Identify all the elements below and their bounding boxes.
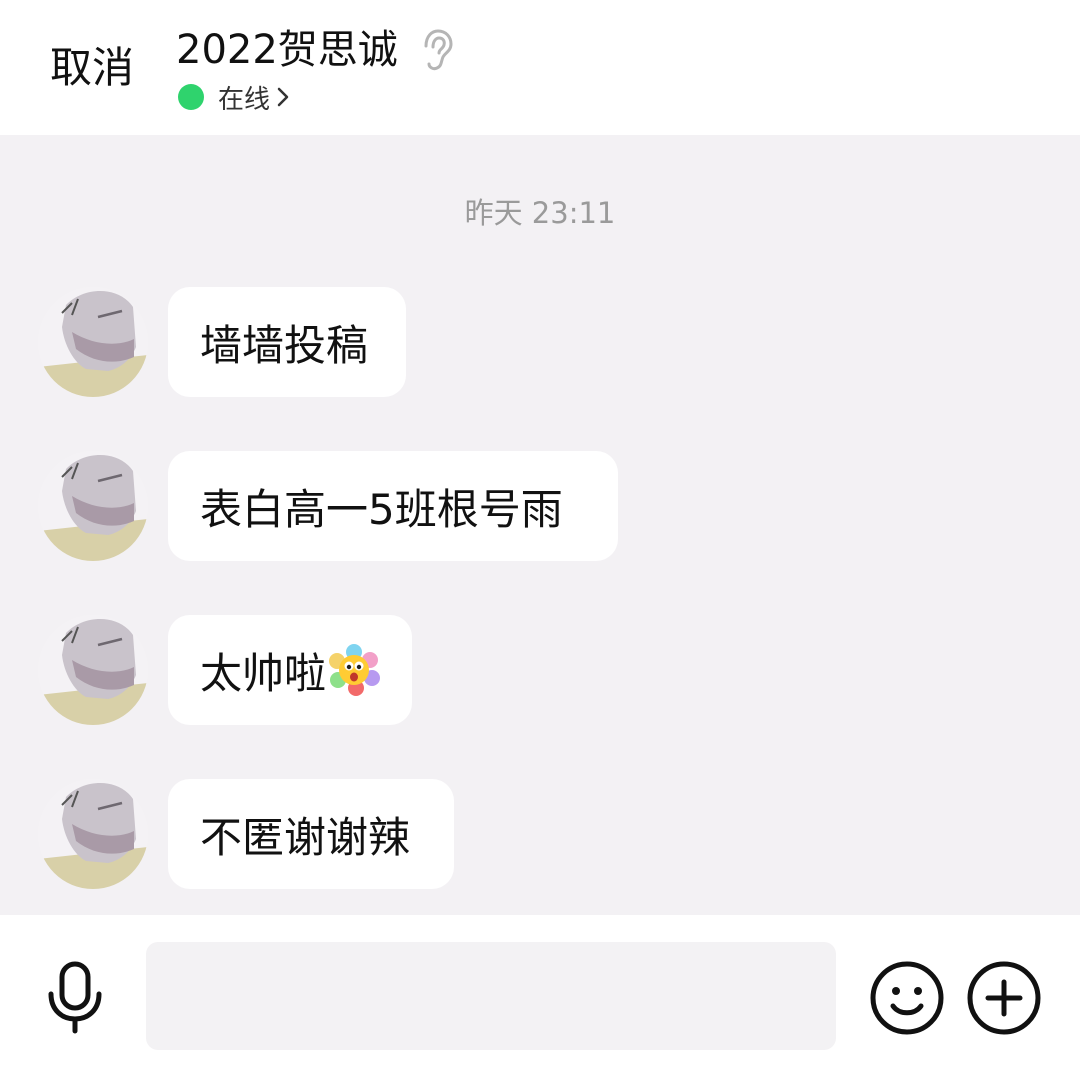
avatar[interactable] xyxy=(38,451,148,561)
smile-icon[interactable] xyxy=(869,960,945,1036)
plus-icon[interactable] xyxy=(966,960,1042,1036)
message-row: 墙墙投稿 xyxy=(0,287,1080,399)
mic-icon[interactable] xyxy=(44,960,106,1036)
message-row: 太帅啦 xyxy=(0,615,1080,727)
message-bubble[interactable]: 不匿谢谢辣 xyxy=(168,779,454,889)
message-input[interactable] xyxy=(146,942,836,1050)
avatar[interactable] xyxy=(38,615,148,725)
ear-icon[interactable] xyxy=(418,28,454,72)
message-text: 表白高一5班根号雨 xyxy=(200,484,563,534)
chat-header: 取消 2022贺思诚 在线 xyxy=(0,0,1080,135)
message-bubble[interactable]: 墙墙投稿 xyxy=(168,287,406,397)
message-text: 墙墙投稿 xyxy=(200,320,369,370)
message-text: 太帅啦 xyxy=(200,648,327,698)
message-text: 不匿谢谢辣 xyxy=(200,812,411,862)
message-bubble[interactable]: 太帅啦 xyxy=(168,615,412,725)
avatar[interactable] xyxy=(38,779,148,889)
message-row: 不匿谢谢辣 xyxy=(0,779,1080,891)
online-status-dot xyxy=(178,84,204,110)
message-bubble[interactable]: 表白高一5班根号雨 xyxy=(168,451,618,561)
online-status-label: 在线 xyxy=(218,84,271,115)
avatar[interactable] xyxy=(38,287,148,397)
message-timestamp: 昨天 23:11 xyxy=(464,196,616,230)
sun-flower-emoji-icon xyxy=(329,644,381,696)
cancel-button[interactable]: 取消 xyxy=(50,40,134,96)
chevron-right-icon xyxy=(277,87,289,107)
chat-title: 2022贺思诚 xyxy=(176,27,398,73)
message-row: 表白高一5班根号雨 xyxy=(0,451,1080,563)
online-status[interactable]: 在线 xyxy=(178,80,290,115)
